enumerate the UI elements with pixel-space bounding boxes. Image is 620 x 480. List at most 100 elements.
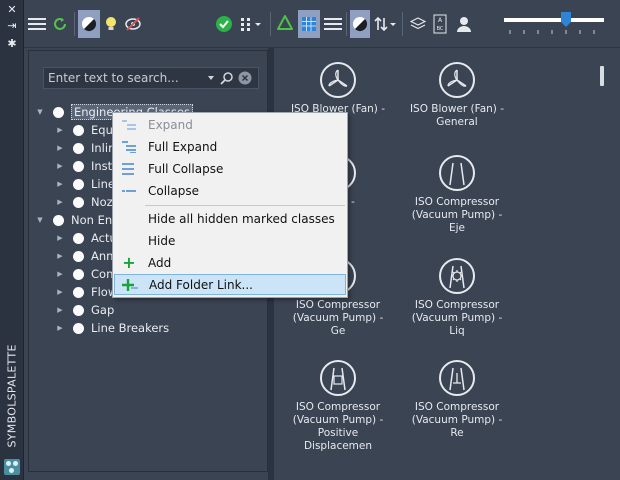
search-input[interactable]: Enter text to search... <box>43 67 259 89</box>
chevron-right-icon[interactable]: ▶ <box>55 144 65 152</box>
refresh-button[interactable] <box>50 10 70 38</box>
user-icon <box>457 17 471 32</box>
palette-strip: ✕ ⇥ ✱ SYMBOLSPALETTE <box>0 0 24 480</box>
symbol-caption: ISO Blower (Fan) - General <box>409 103 505 128</box>
list-view-button[interactable] <box>322 10 344 38</box>
chevron-right-icon[interactable]: ▶ <box>55 270 65 278</box>
context-menu: Expand Full Expand Full Collapse Collapse Hi… <box>112 112 348 298</box>
contrast-toggle-button-2[interactable] <box>350 10 370 38</box>
expand-icon <box>114 114 144 135</box>
full-expand-icon <box>114 136 144 157</box>
symbol-tile[interactable]: ISO Compressor (Vacuum Pump) - Positive … <box>288 360 388 453</box>
tree-icon <box>277 15 293 30</box>
class-node-icon <box>73 178 84 190</box>
app-icon[interactable] <box>4 459 20 475</box>
sort-dropdown[interactable] <box>372 10 398 38</box>
dropdown-arrow-icon[interactable] <box>207 72 215 84</box>
menu-icon <box>28 18 46 30</box>
grid-view-button[interactable] <box>298 10 320 38</box>
chevron-right-icon[interactable]: ▶ <box>55 198 65 206</box>
view-options-dropdown[interactable] <box>238 10 266 38</box>
chevron-right-icon[interactable]: ▶ <box>55 306 65 314</box>
contrast-toggle-button[interactable] <box>78 10 100 38</box>
compressor-icon <box>439 155 475 191</box>
compressor-gear-icon <box>439 258 475 294</box>
check-icon <box>216 16 232 32</box>
symbol-tile[interactable]: ISO Blower (Fan) - <box>288 62 388 116</box>
context-menu-item-label: Collapse <box>148 183 199 198</box>
menu-button[interactable] <box>26 10 48 38</box>
tree-node[interactable]: ▶ Gap <box>55 301 114 319</box>
context-menu-item[interactable]: Add Folder Link... <box>114 274 346 295</box>
chevron-down-icon[interactable]: ▼ <box>35 216 45 224</box>
symbol-caption: ISO Compressor (Vacuum Pump) - Re <box>411 401 503 439</box>
chevron-right-icon[interactable]: ▶ <box>55 288 65 296</box>
tree-view-button[interactable] <box>274 10 296 38</box>
fan-icon <box>320 62 356 98</box>
symbol-tile[interactable]: ISO Compressor (Vacuum Pump) - Re <box>407 360 507 440</box>
context-menu-item-label: Hide all hidden marked classes <box>148 211 335 226</box>
chevron-right-icon[interactable]: ▶ <box>55 324 65 332</box>
accept-button[interactable] <box>214 10 234 38</box>
class-node-icon <box>73 124 84 136</box>
bulb-icon <box>106 17 116 30</box>
chevron-right-icon[interactable]: ▶ <box>55 180 65 188</box>
list-icon <box>324 18 342 30</box>
scrollbar-thumb[interactable] <box>600 66 604 86</box>
context-menu-item[interactable]: + Add <box>114 252 346 273</box>
layers-button[interactable] <box>408 10 428 38</box>
contrast-icon <box>82 17 97 32</box>
slider-thumb[interactable] <box>561 12 571 27</box>
context-menu-item[interactable]: Full Expand <box>114 136 346 157</box>
chevron-right-icon[interactable]: ▶ <box>55 252 65 260</box>
zoom-slider[interactable] <box>500 8 610 38</box>
context-menu-item[interactable]: Full Collapse <box>114 158 346 179</box>
pin-icon[interactable]: ⇥ <box>5 20 19 32</box>
context-menu-item[interactable]: Collapse <box>114 180 346 201</box>
tree-node[interactable]: ▶ Line Breakers <box>55 319 169 337</box>
chevron-right-icon[interactable]: ▶ <box>55 162 65 170</box>
search-placeholder: Enter text to search... <box>48 71 179 85</box>
class-node-icon <box>73 142 84 154</box>
tree-node-label: Gap <box>91 303 115 317</box>
symbol-tile[interactable]: ISO Blower (Fan) - General <box>407 62 507 129</box>
hide-marked-button[interactable] <box>122 10 144 38</box>
chevron-down-icon[interactable]: ▼ <box>35 108 45 116</box>
class-node-icon <box>73 160 84 172</box>
grid-dots-icon <box>241 18 261 31</box>
sort-icon <box>374 16 396 32</box>
chevron-right-icon[interactable]: ▶ <box>55 126 65 134</box>
symbol-caption: ISO Compressor (Vacuum Pump) - Eje <box>411 196 503 234</box>
class-node-icon <box>73 196 84 208</box>
user-button[interactable] <box>454 10 474 38</box>
collapse-icon <box>114 180 144 201</box>
context-menu-item[interactable]: Expand <box>114 114 346 135</box>
svg-text:A: A <box>438 17 443 24</box>
plus-icon: + <box>122 252 136 272</box>
class-node-icon <box>53 106 64 118</box>
blank-icon <box>114 230 144 251</box>
clear-search-icon[interactable] <box>238 71 252 85</box>
symbol-tile[interactable]: ISO Compressor (Vacuum Pump) - Liq <box>407 258 507 338</box>
chevron-right-icon[interactable]: ▶ <box>55 234 65 242</box>
class-node-icon <box>53 214 64 226</box>
context-menu-item-label: Add Folder Link... <box>149 277 253 292</box>
tree-node-label: Line Breakers <box>91 321 170 335</box>
attributes-button[interactable]: A BC <box>430 10 450 38</box>
symbol-tile[interactable]: ISO Compressor (Vacuum Pump) - Eje <box>407 155 507 235</box>
symbol-caption: ISO Compressor (Vacuum Pump) - Ge <box>292 299 384 337</box>
context-menu-item[interactable]: Hide all hidden marked classes <box>114 208 346 229</box>
search-icon[interactable] <box>220 71 234 85</box>
fan-icon <box>439 62 475 98</box>
menu-separator <box>145 205 345 206</box>
context-menu-item-label: Full Collapse <box>148 161 224 176</box>
settings-icon[interactable]: ✱ <box>5 38 19 50</box>
class-node-icon <box>73 250 84 262</box>
svg-text:BC: BC <box>437 26 444 32</box>
full-collapse-icon <box>114 158 144 179</box>
close-icon[interactable]: ✕ <box>5 4 19 16</box>
table-grid-icon <box>302 17 316 31</box>
context-menu-item[interactable]: Hide <box>114 230 346 251</box>
bulb-button[interactable] <box>102 10 120 38</box>
symbol-caption: ISO Compressor (Vacuum Pump) - Positive … <box>292 401 384 452</box>
